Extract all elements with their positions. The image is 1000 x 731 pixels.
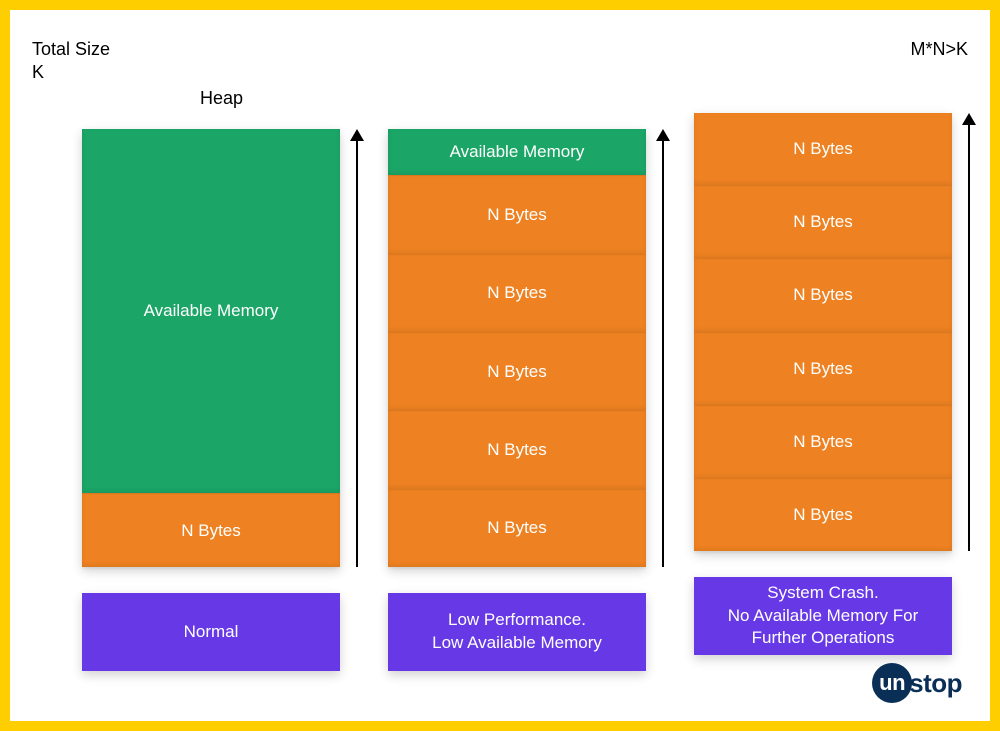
heap-column: N BytesN BytesN BytesN BytesN BytesN Byt… xyxy=(694,129,952,671)
memory-stack: N BytesN BytesN BytesN BytesN BytesN Byt… xyxy=(694,113,952,551)
allocated-segment: N Bytes xyxy=(388,254,646,332)
column-caption: System Crash.No Available Memory ForFurt… xyxy=(694,577,952,655)
heap-label: Heap xyxy=(200,88,243,109)
allocated-segment: N Bytes xyxy=(694,185,952,258)
columns-row: Available MemoryN BytesNormalAvailable M… xyxy=(32,129,968,671)
arrow-line xyxy=(968,123,970,551)
available-memory-segment: Available Memory xyxy=(82,129,340,493)
allocated-segment: N Bytes xyxy=(694,332,952,405)
upward-arrow-icon xyxy=(350,129,364,567)
column-0: Available MemoryN Bytes Normal xyxy=(82,129,364,671)
allocated-segment: N Bytes xyxy=(694,258,952,331)
heap-column: Available MemoryN Bytes Normal xyxy=(82,129,340,671)
column-caption: Low Performance.Low Available Memory xyxy=(388,593,646,671)
arrow-line xyxy=(356,139,358,567)
logo-rest: stop xyxy=(909,668,962,699)
allocated-segment: N Bytes xyxy=(388,175,646,253)
allocated-segment: N Bytes xyxy=(388,410,646,488)
top-labels: Total Size K M*N>K xyxy=(32,38,968,83)
column-1: Available MemoryN BytesN BytesN BytesN B… xyxy=(388,129,670,671)
total-size-line2: K xyxy=(32,61,110,84)
allocated-segment: N Bytes xyxy=(82,493,340,567)
condition-label: M*N>K xyxy=(910,38,968,83)
memory-stack: Available MemoryN BytesN BytesN BytesN B… xyxy=(388,129,646,567)
diagram-frame: Total Size K M*N>K Heap Available Memory… xyxy=(0,0,1000,731)
brand-logo: un stop xyxy=(872,663,962,703)
available-memory-segment: Available Memory xyxy=(388,129,646,175)
allocated-segment: N Bytes xyxy=(694,478,952,551)
column-2: N BytesN BytesN BytesN BytesN BytesN Byt… xyxy=(694,129,976,671)
logo-mark-text: un xyxy=(879,672,905,694)
total-size-line1: Total Size xyxy=(32,38,110,61)
allocated-segment: N Bytes xyxy=(694,405,952,478)
total-size-label: Total Size K xyxy=(32,38,110,83)
memory-stack: Available MemoryN Bytes xyxy=(82,129,340,567)
upward-arrow-icon xyxy=(656,129,670,567)
arrow-line xyxy=(662,139,664,567)
upward-arrow-icon xyxy=(962,113,976,551)
allocated-segment: N Bytes xyxy=(388,489,646,567)
allocated-segment: N Bytes xyxy=(388,332,646,410)
heap-column: Available MemoryN BytesN BytesN BytesN B… xyxy=(388,129,646,671)
allocated-segment: N Bytes xyxy=(694,113,952,185)
column-caption: Normal xyxy=(82,593,340,671)
logo-mark-circle: un xyxy=(872,663,912,703)
